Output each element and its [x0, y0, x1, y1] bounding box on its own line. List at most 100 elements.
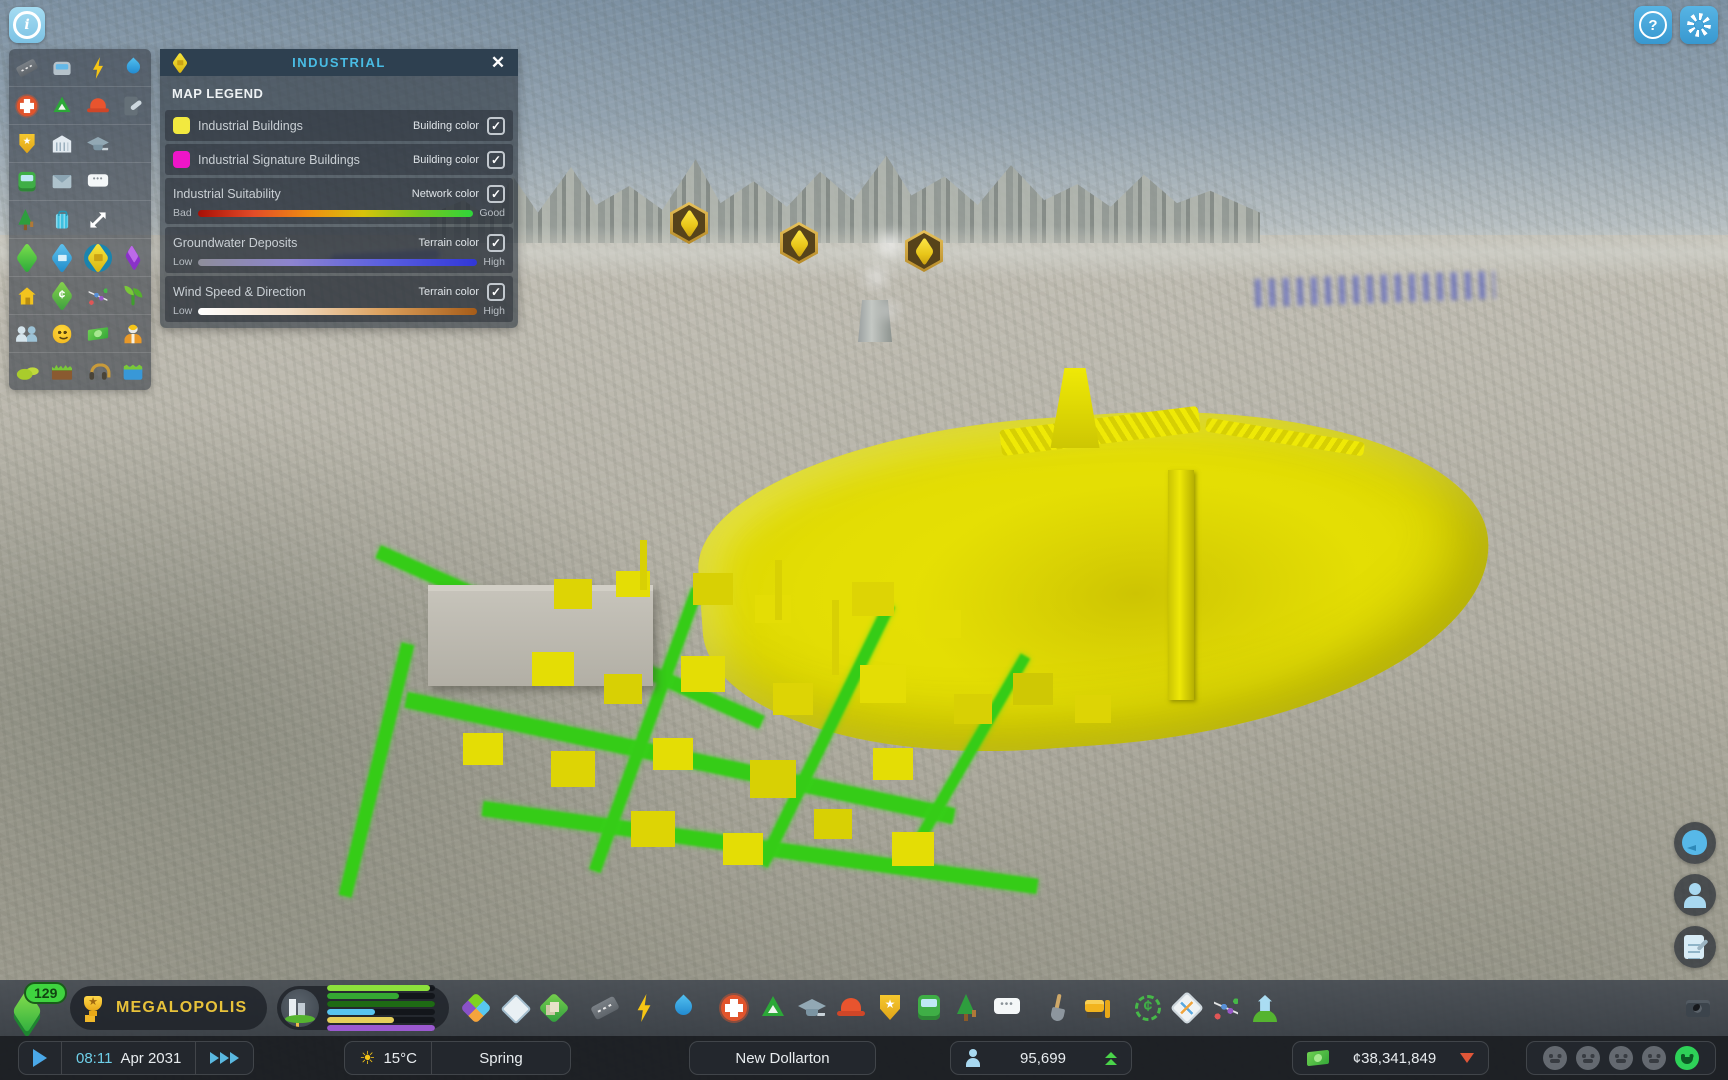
progress-bar-track	[327, 1017, 435, 1023]
police-icon[interactable]	[14, 131, 39, 156]
electricity-icon[interactable]	[628, 992, 660, 1024]
fast-forward-button[interactable]	[196, 1042, 253, 1074]
ground-pollution-icon[interactable]	[14, 359, 39, 384]
progression-icon[interactable]	[1171, 992, 1203, 1024]
offices-icon[interactable]	[121, 245, 146, 270]
transit-icon[interactable]	[14, 169, 39, 194]
money-icon[interactable]	[85, 321, 110, 346]
close-icon[interactable]: ✕	[486, 51, 510, 75]
chimney	[832, 600, 839, 675]
happiness-face	[1576, 1046, 1600, 1070]
main-toolbar: 129 ★ MEGALOPOLIS	[0, 980, 1728, 1036]
legend-color-type: Network color	[412, 188, 479, 200]
legend-row-header: Wind Speed & DirectionTerrain color✓	[173, 281, 505, 302]
police-icon[interactable]	[874, 992, 906, 1024]
citizen-button[interactable]	[1674, 874, 1716, 916]
city-name-widget[interactable]: New Dollarton	[689, 1041, 876, 1075]
map-legend-panel: INDUSTRIAL ✕ MAP LEGEND Industrial Build…	[160, 49, 518, 328]
education-icon[interactable]	[85, 131, 110, 156]
shovel-icon[interactable]	[1042, 992, 1074, 1024]
play-button[interactable]	[19, 1042, 61, 1074]
temperature[interactable]: ☀ 15°C	[345, 1042, 431, 1074]
legend-checkbox[interactable]: ✓	[487, 151, 505, 169]
journal-button[interactable]	[1674, 926, 1716, 968]
help-button[interactable]: ?	[1634, 6, 1672, 44]
water-pollution-icon[interactable]	[121, 359, 146, 384]
fire-icon[interactable]	[835, 992, 867, 1024]
legend-entry-name: Industrial Signature Buildings	[198, 153, 405, 167]
happiness-widget[interactable]	[1526, 1041, 1716, 1075]
garbage-icon[interactable]	[757, 992, 789, 1024]
parks-icon[interactable]	[14, 207, 39, 232]
population-trend-up-icon	[1105, 1052, 1117, 1065]
milestone-widget[interactable]: ★ MEGALOPOLIS	[70, 986, 267, 1030]
soil-icon[interactable]	[50, 359, 75, 384]
legend-swatch	[173, 117, 190, 134]
milestones-icon[interactable]	[1249, 992, 1281, 1024]
toolbar-group	[460, 992, 570, 1024]
infoview-button[interactable]: i	[9, 7, 45, 43]
residential-icon[interactable]	[14, 283, 39, 308]
maintenance-icon[interactable]	[121, 93, 146, 118]
economy-icon[interactable]	[1132, 992, 1164, 1024]
growth-icon[interactable]	[121, 283, 146, 308]
communications-icon[interactable]	[991, 992, 1023, 1024]
toolbar-group	[718, 992, 1023, 1024]
money-trend-down-icon	[1460, 1053, 1474, 1063]
zone-tile-icon[interactable]	[499, 992, 531, 1024]
infoview-row	[9, 239, 151, 277]
parks-icon[interactable]	[952, 992, 984, 1024]
infoview-row	[9, 353, 151, 390]
healthcare-icon[interactable]	[718, 992, 750, 1024]
journal-icon	[1679, 931, 1711, 963]
season[interactable]: Spring	[432, 1042, 570, 1074]
zones-icon[interactable]	[460, 992, 492, 1024]
status-bar: 08:11 Apr 2031 ☀ 15°C Spring New Dollart…	[0, 1036, 1728, 1080]
legend-row-header: Industrial SuitabilityNetwork color✓	[173, 183, 505, 204]
statistics-icon[interactable]	[85, 283, 110, 308]
water-icon[interactable]	[667, 992, 699, 1024]
fire-icon[interactable]	[85, 93, 110, 118]
population-widget[interactable]: 95,699	[950, 1041, 1132, 1075]
city-level[interactable]: 129	[8, 984, 60, 1032]
gradient-high-label: High	[483, 305, 505, 317]
zoning-icon[interactable]	[14, 245, 39, 270]
water-icon[interactable]	[121, 55, 146, 80]
legend-color-type: Building color	[413, 154, 479, 166]
electricity-icon[interactable]	[85, 55, 110, 80]
bulldozer-icon[interactable]	[1081, 992, 1113, 1024]
connections-icon[interactable]	[85, 207, 110, 232]
tourism-icon[interactable]	[50, 207, 75, 232]
toolbar-group	[589, 992, 699, 1024]
population-icon[interactable]	[14, 321, 39, 346]
legend-checkbox[interactable]: ✓	[487, 283, 505, 301]
mail-icon[interactable]	[50, 169, 75, 194]
garbage-icon[interactable]	[50, 93, 75, 118]
healthcare-icon[interactable]	[14, 93, 39, 118]
transit-icon[interactable]	[913, 992, 945, 1024]
money-widget[interactable]: ¢38,341,849	[1292, 1041, 1489, 1075]
settings-button[interactable]	[1680, 6, 1718, 44]
industrial-icon[interactable]	[85, 245, 110, 270]
statistics-icon[interactable]	[1210, 992, 1242, 1024]
happiness-icon[interactable]	[50, 321, 75, 346]
infoview-row	[9, 87, 151, 125]
commercial-icon[interactable]	[50, 245, 75, 270]
roads-icon[interactable]	[589, 992, 621, 1024]
land-value-icon[interactable]	[50, 283, 75, 308]
chirper-bird-button[interactable]	[1674, 822, 1716, 864]
level-badge: 129	[24, 982, 67, 1004]
education-icon[interactable]	[796, 992, 828, 1024]
legend-checkbox[interactable]: ✓	[487, 185, 505, 203]
administration-icon[interactable]	[50, 131, 75, 156]
progress-widget[interactable]	[277, 986, 449, 1030]
areas-icon[interactable]	[538, 992, 570, 1024]
roads-icon[interactable]	[14, 55, 39, 80]
noise-icon[interactable]	[85, 359, 110, 384]
workers-icon[interactable]	[121, 321, 146, 346]
legend-checkbox[interactable]: ✓	[487, 117, 505, 135]
photo-mode-button[interactable]	[1682, 992, 1714, 1024]
traffic-icon[interactable]	[50, 55, 75, 80]
legend-checkbox[interactable]: ✓	[487, 234, 505, 252]
communications-icon[interactable]	[85, 169, 110, 194]
